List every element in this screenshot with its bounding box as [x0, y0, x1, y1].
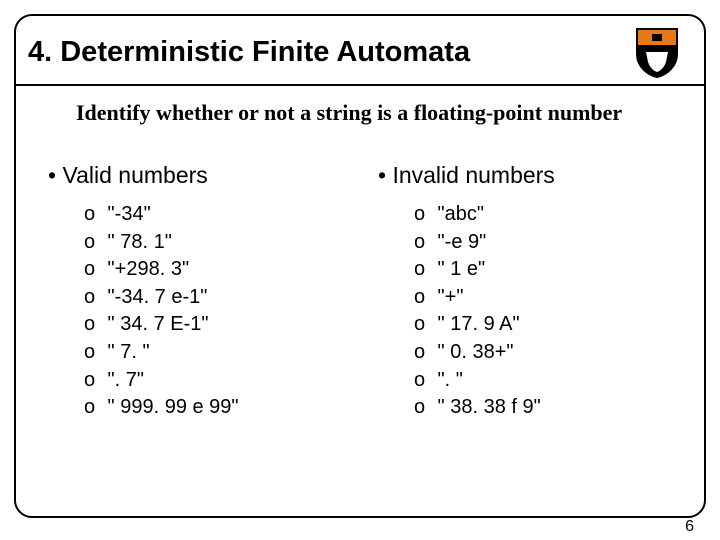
bullet-marker: o — [84, 229, 102, 257]
bullet-marker: o — [414, 284, 432, 312]
list-item: o ". " — [414, 367, 684, 395]
list-item: o ". 7" — [84, 367, 354, 395]
valid-items: o "-34"o " 78. 1"o "+298. 3"o "-34. 7 e-… — [44, 201, 354, 422]
list-item-text: "-e 9" — [432, 231, 486, 253]
invalid-column: Invalid numbers o "abc"o "-e 9"o " 1 e"o… — [374, 162, 684, 422]
list-item-text: " 38. 38 f 9" — [432, 396, 541, 418]
list-item-text: " 17. 9 A" — [432, 313, 520, 335]
list-item-text: " 1 e" — [432, 258, 485, 280]
list-item-text: ". 7" — [102, 369, 144, 391]
bullet-marker: o — [414, 339, 432, 367]
bullet-marker: o — [414, 201, 432, 229]
list-item: o "+" — [414, 284, 684, 312]
list-item: o " 1 e" — [414, 256, 684, 284]
list-item-text: "abc" — [432, 203, 484, 225]
list-item-text: ". " — [432, 369, 463, 391]
list-item: o "-34" — [84, 201, 354, 229]
list-item: o "abc" — [414, 201, 684, 229]
bullet-marker: o — [84, 367, 102, 395]
slide-subtitle: Identify whether or not a string is a fl… — [16, 86, 704, 138]
list-item: o " 34. 7 E-1" — [84, 311, 354, 339]
list-item-text: "-34. 7 e-1" — [102, 286, 207, 308]
valid-heading: Valid numbers — [44, 162, 354, 189]
bullet-marker: o — [84, 339, 102, 367]
list-item: o "-34. 7 e-1" — [84, 284, 354, 312]
list-item-text: " 78. 1" — [102, 231, 172, 253]
list-item: o "+298. 3" — [84, 256, 354, 284]
list-item: o " 17. 9 A" — [414, 311, 684, 339]
list-item: o " 7. " — [84, 339, 354, 367]
title-row: 4. Deterministic Finite Automata — [16, 16, 704, 84]
bullet-marker: o — [84, 394, 102, 422]
list-item-text: " 7. " — [102, 341, 150, 363]
princeton-crest-icon — [634, 26, 680, 78]
list-item-text: " 999. 99 e 99" — [102, 396, 239, 418]
list-item: o " 38. 38 f 9" — [414, 394, 684, 422]
bullet-marker: o — [414, 256, 432, 284]
bullet-marker: o — [84, 201, 102, 229]
bullet-marker: o — [414, 311, 432, 339]
bullet-marker: o — [414, 394, 432, 422]
bullet-marker: o — [84, 284, 102, 312]
valid-column: Valid numbers o "-34"o " 78. 1"o "+298. … — [44, 162, 354, 422]
invalid-heading: Invalid numbers — [374, 162, 684, 189]
bullet-marker: o — [414, 229, 432, 257]
list-item-text: " 34. 7 E-1" — [102, 313, 208, 335]
bullet-marker: o — [84, 311, 102, 339]
list-item: o " 0. 38+" — [414, 339, 684, 367]
slide-frame: 4. Deterministic Finite Automata Identif… — [14, 14, 706, 518]
invalid-items: o "abc"o "-e 9"o " 1 e"o "+"o " 17. 9 A"… — [374, 201, 684, 422]
content-columns: Valid numbers o "-34"o " 78. 1"o "+298. … — [16, 138, 704, 422]
slide-title: 4. Deterministic Finite Automata — [28, 36, 470, 69]
list-item: o " 78. 1" — [84, 229, 354, 257]
list-item-text: "-34" — [102, 203, 151, 225]
list-item-text: "+" — [432, 286, 463, 308]
bullet-marker: o — [84, 256, 102, 284]
list-item: o "-e 9" — [414, 229, 684, 257]
list-item-text: "+298. 3" — [102, 258, 189, 280]
page-number: 6 — [685, 518, 694, 536]
list-item: o " 999. 99 e 99" — [84, 394, 354, 422]
bullet-marker: o — [414, 367, 432, 395]
list-item-text: " 0. 38+" — [432, 341, 513, 363]
